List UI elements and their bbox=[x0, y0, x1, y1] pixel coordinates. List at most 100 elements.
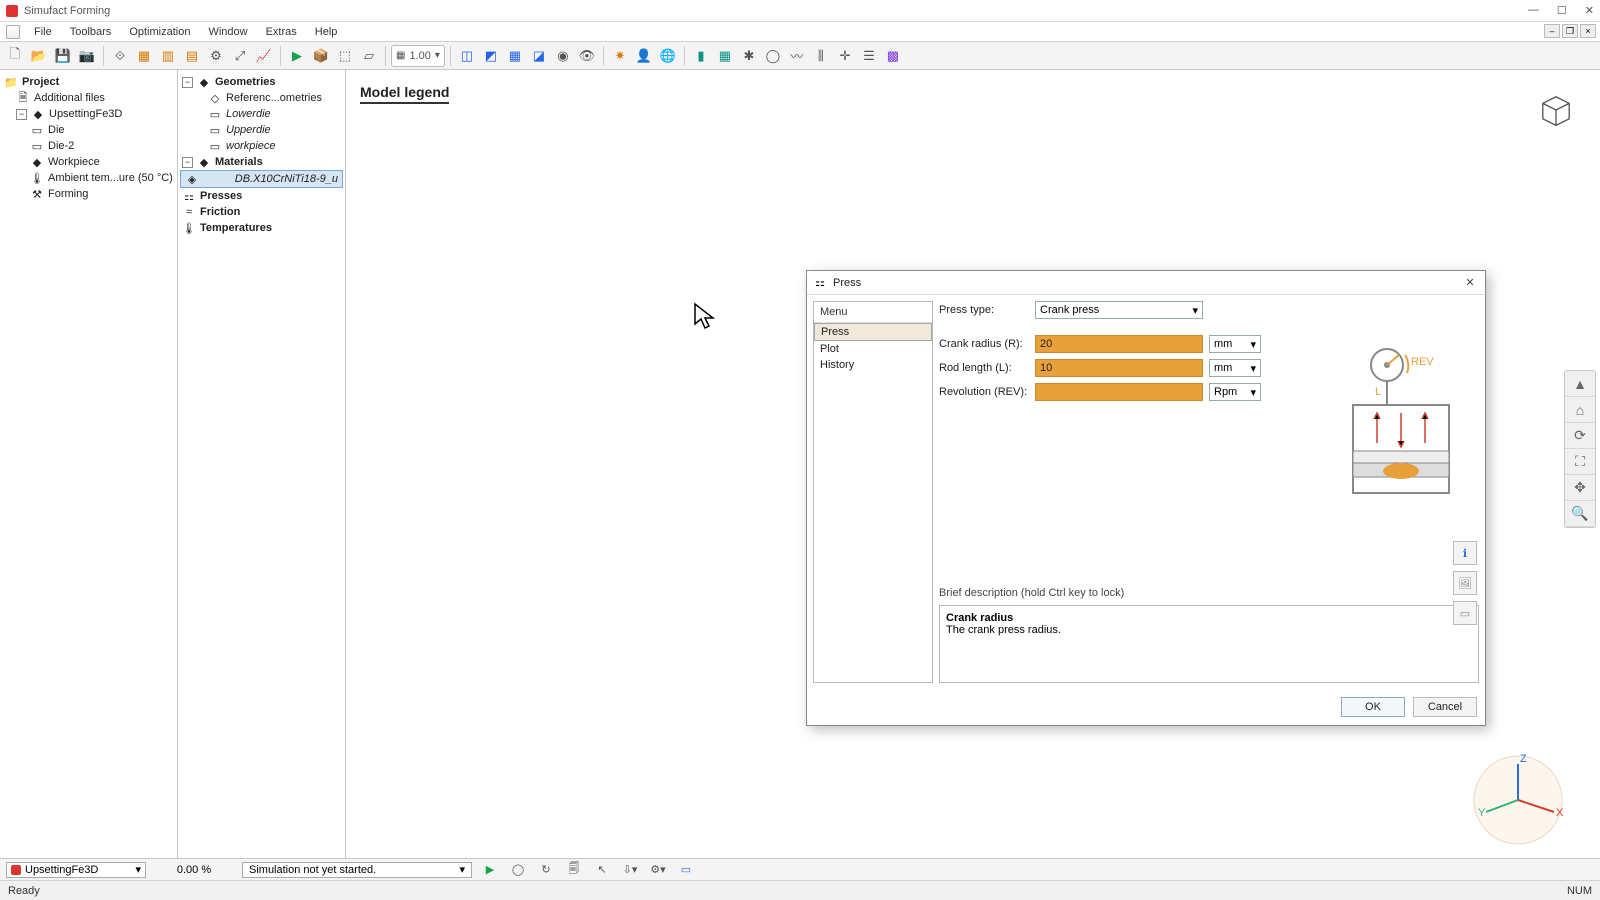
sim-log-icon[interactable]: 🗐 bbox=[564, 861, 584, 879]
wire-icon[interactable]: ◫ bbox=[456, 45, 478, 67]
new-icon[interactable]: 🗋 bbox=[4, 45, 26, 67]
mdi-restore-button[interactable]: ❐ bbox=[1562, 24, 1578, 38]
tree-item[interactable]: Ambient tem...ure (50 °C) bbox=[48, 172, 173, 184]
cancel-button[interactable]: Cancel bbox=[1413, 697, 1477, 717]
tree-item[interactable]: Referenc...ometries bbox=[226, 92, 322, 104]
vt-pan-icon[interactable]: ✥ bbox=[1565, 475, 1595, 501]
revolution-input[interactable] bbox=[1035, 383, 1203, 401]
sim-refresh-icon[interactable]: ↻ bbox=[536, 861, 556, 879]
collapse-toggle[interactable]: − bbox=[182, 157, 193, 168]
tree-item[interactable]: Die-2 bbox=[48, 140, 74, 152]
tree-item[interactable]: Friction bbox=[200, 206, 240, 218]
container-icon[interactable]: ⬚ bbox=[334, 45, 356, 67]
project-tree[interactable]: 📁Project 🗎Additional files −◆UpsettingFe… bbox=[0, 70, 178, 858]
play-icon[interactable]: ▶ bbox=[286, 45, 308, 67]
revolution-unit[interactable]: Rpm▾ bbox=[1209, 383, 1261, 401]
vt-home-icon[interactable]: ⌂ bbox=[1565, 397, 1595, 423]
menu-extras[interactable]: Extras bbox=[258, 24, 305, 40]
menu-help[interactable]: Help bbox=[307, 24, 346, 40]
minimize-button[interactable]: — bbox=[1528, 4, 1539, 17]
image-button[interactable]: 🖼 bbox=[1453, 571, 1477, 595]
sim-window-icon[interactable]: ▭ bbox=[676, 861, 696, 879]
grid-icon[interactable]: ▦ bbox=[714, 45, 736, 67]
collapse-toggle[interactable]: − bbox=[182, 77, 193, 88]
open-icon[interactable]: 📂 bbox=[28, 45, 50, 67]
circle-icon[interactable]: ◯ bbox=[762, 45, 784, 67]
tool-icon[interactable]: ⟐ bbox=[109, 45, 131, 67]
crank-radius-unit[interactable]: mm▾ bbox=[1209, 335, 1261, 353]
ok-button[interactable]: OK bbox=[1341, 697, 1405, 717]
solid-icon[interactable]: ◪ bbox=[528, 45, 550, 67]
sim-play-icon[interactable]: ▶ bbox=[480, 861, 500, 879]
tree-item[interactable]: Upperdie bbox=[226, 124, 271, 136]
mdi-close-button[interactable]: × bbox=[1580, 24, 1596, 38]
maximize-button[interactable]: ☐ bbox=[1557, 4, 1567, 17]
sim-settings-icon[interactable]: ⚙▾ bbox=[648, 861, 668, 879]
vt-expand-icon[interactable]: ▲ bbox=[1565, 371, 1595, 397]
camera-icon[interactable]: 📷 bbox=[76, 45, 98, 67]
vt-zoom-icon[interactable]: 🔍 bbox=[1565, 501, 1595, 527]
tree-item[interactable]: Materials bbox=[215, 156, 263, 168]
spark-icon[interactable]: ✱ bbox=[738, 45, 760, 67]
time-combo[interactable]: ▦ 1.00 ▾ bbox=[391, 45, 445, 67]
menu-file[interactable]: File bbox=[26, 24, 60, 40]
plane-icon[interactable]: ▱ bbox=[358, 45, 380, 67]
tree-item[interactable]: Die bbox=[48, 124, 65, 136]
info-button[interactable]: ℹ bbox=[1453, 541, 1477, 565]
globe-icon[interactable]: 🌐 bbox=[657, 45, 679, 67]
tree-item[interactable]: Additional files bbox=[34, 92, 105, 104]
press-type-select[interactable]: Crank press▾ bbox=[1035, 301, 1203, 319]
screen-button[interactable]: ▭ bbox=[1453, 601, 1477, 625]
vt-fit-icon[interactable]: ⛶ bbox=[1565, 449, 1595, 475]
file-icon[interactable] bbox=[6, 25, 20, 39]
mdi-minimize-button[interactable]: – bbox=[1544, 24, 1560, 38]
bars-icon[interactable]: ⫼ bbox=[810, 45, 832, 67]
sim-cursor-icon[interactable]: ↖ bbox=[592, 861, 612, 879]
view-icon[interactable]: 👁 bbox=[576, 45, 598, 67]
tree-item[interactable]: UpsettingFe3D bbox=[49, 108, 122, 120]
cube2-icon[interactable]: ▥ bbox=[157, 45, 179, 67]
sim-stop-icon[interactable]: ◯ bbox=[508, 861, 528, 879]
tree-item[interactable]: Geometries bbox=[215, 76, 276, 88]
menu-window[interactable]: Window bbox=[200, 24, 255, 40]
box-icon[interactable]: 📦 bbox=[310, 45, 332, 67]
crank-radius-input[interactable] bbox=[1035, 335, 1203, 353]
dialog-close-button[interactable]: ✕ bbox=[1461, 276, 1479, 289]
user-icon[interactable]: 👤 bbox=[633, 45, 655, 67]
wave-icon[interactable]: 〰 bbox=[786, 45, 808, 67]
chart-icon[interactable]: 📈 bbox=[253, 45, 275, 67]
scale-icon[interactable]: ▮ bbox=[690, 45, 712, 67]
settings-icon[interactable]: ⚙ bbox=[205, 45, 227, 67]
star-icon[interactable]: ✷ bbox=[609, 45, 631, 67]
rod-length-input[interactable] bbox=[1035, 359, 1203, 377]
cube1-icon[interactable]: ▦ bbox=[133, 45, 155, 67]
collapse-toggle[interactable]: − bbox=[16, 109, 27, 120]
resource-tree[interactable]: −◆Geometries ◇Referenc...ometries ▭Lower… bbox=[178, 70, 346, 858]
menu-item-press[interactable]: Press bbox=[814, 323, 932, 341]
center-icon[interactable]: ✛ bbox=[834, 45, 856, 67]
rod-length-unit[interactable]: mm▾ bbox=[1209, 359, 1261, 377]
menu-item-plot[interactable]: Plot bbox=[814, 341, 932, 357]
tree-item[interactable]: DB.X10CrNiTi18-9_u bbox=[235, 173, 338, 185]
viewport[interactable]: Model legend ▲ ⌂ ⟳ ⛶ ✥ 🔍 ENGPEDi bbox=[346, 70, 1600, 858]
sim-status[interactable]: Simulation not yet started.▾ bbox=[242, 862, 472, 878]
vt-rotate-icon[interactable]: ⟳ bbox=[1565, 423, 1595, 449]
menu-item-history[interactable]: History bbox=[814, 357, 932, 373]
tree-item[interactable]: Workpiece bbox=[48, 156, 100, 168]
tree-item[interactable]: Lowerdie bbox=[226, 108, 271, 120]
menu-toolbars[interactable]: Toolbars bbox=[62, 24, 120, 40]
tree-item[interactable]: Forming bbox=[48, 188, 88, 200]
close-button[interactable]: ✕ bbox=[1585, 4, 1594, 17]
arrows-icon[interactable]: ⤢ bbox=[229, 45, 251, 67]
process-combo[interactable]: UpsettingFe3D▾ bbox=[6, 862, 146, 878]
shade-icon[interactable]: ◩ bbox=[480, 45, 502, 67]
sim-export-icon[interactable]: ⇩▾ bbox=[620, 861, 640, 879]
cube3-icon[interactable]: ▤ bbox=[181, 45, 203, 67]
save-icon[interactable]: 💾 bbox=[52, 45, 74, 67]
layers-icon[interactable]: ☰ bbox=[858, 45, 880, 67]
mesh-icon[interactable]: ▦ bbox=[504, 45, 526, 67]
eye-icon[interactable]: ◉ bbox=[552, 45, 574, 67]
field-icon[interactable]: ▩ bbox=[882, 45, 904, 67]
tree-item[interactable]: Presses bbox=[200, 190, 242, 202]
tree-item[interactable]: workpiece bbox=[226, 140, 276, 152]
